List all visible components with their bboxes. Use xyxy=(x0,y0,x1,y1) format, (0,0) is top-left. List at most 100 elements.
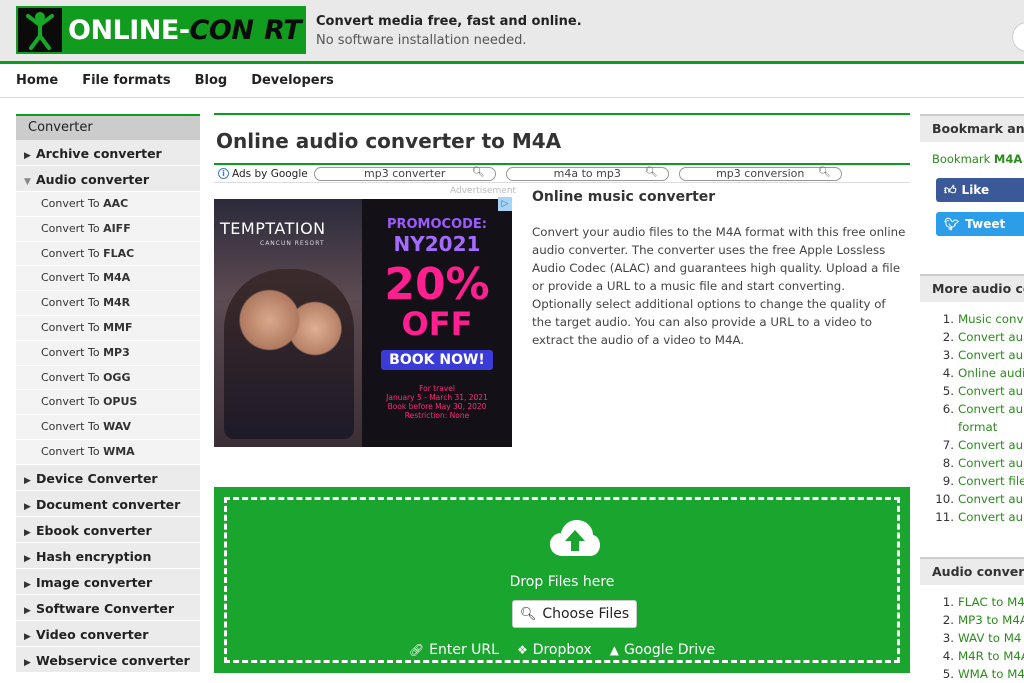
sidebar-subitem-opus[interactable]: Convert To OPUS xyxy=(16,390,200,416)
nav-home[interactable]: Home xyxy=(16,73,58,88)
choose-files-button[interactable]: 🔍︎ Choose Files xyxy=(512,600,637,628)
list-item[interactable]: 11. Convert au xyxy=(920,508,1024,526)
list-item[interactable]: 4. M4R to M4A xyxy=(920,647,1024,665)
sidebar-subitem-ogg[interactable]: Convert To OGG xyxy=(16,365,200,391)
sidebar-item-audio[interactable]: ▼ Audio converter xyxy=(16,166,200,192)
ad-promo-code: NY2021 xyxy=(393,232,481,256)
sub-format: OGG xyxy=(103,370,131,384)
list-item-label: M4R to M4A xyxy=(958,649,1024,663)
ad-brand: TEMPTATION xyxy=(220,219,326,238)
ad-link-mp3-conversion[interactable]: mp3 conversion 🔍︎ xyxy=(678,166,842,181)
tagline-secondary: No software installation needed. xyxy=(316,33,527,48)
list-item[interactable]: 1. Music conv xyxy=(920,310,1024,328)
converter-sidebar: Converter ▶ Archive converter ▼ Audio conv… xyxy=(16,114,200,673)
content-row: Advertisement TEMPTATION CANCUN RESORT P… xyxy=(214,183,910,483)
ad-fine-line: For travel xyxy=(419,384,455,393)
sidebar-item-software[interactable]: ▶ Software Converter xyxy=(16,594,200,621)
facebook-like-button[interactable]: 👍︎ Like xyxy=(936,178,1024,202)
nav-file-formats[interactable]: File formats xyxy=(82,73,170,88)
sidebar-subitem-mp3[interactable]: Convert To MP3 xyxy=(16,340,200,366)
list-item-label: Convert au xyxy=(958,492,1024,506)
list-item[interactable]: 2. Convert au xyxy=(920,328,1024,346)
sidebar-subitem-wma[interactable]: Convert To WMA xyxy=(16,439,200,465)
sidebar-item-label: Hash encryption xyxy=(36,548,152,564)
sidebar-subitem-aiff[interactable]: Convert To AIFF xyxy=(16,216,200,242)
ad-promo-label: PROMOCODE: xyxy=(386,217,488,232)
list-item[interactable]: 10. Convert au xyxy=(920,490,1024,508)
sidebar-item-label: Audio converter xyxy=(36,172,150,187)
ad-pill-label: m4a to mp3 xyxy=(553,167,621,180)
sub-format: AIFF xyxy=(103,221,131,235)
sidebar-subitem-flac[interactable]: Convert To FLAC xyxy=(16,241,200,267)
more-audio-box: More audio co 1. Music conv 2. Convert au … xyxy=(920,274,1024,526)
list-item[interactable]: 3. Convert au xyxy=(920,346,1024,364)
list-item-label: Convert au xyxy=(958,384,1024,398)
ad-link-mp3-converter[interactable]: mp3 converter 🔍︎ xyxy=(313,166,496,181)
audio-converter-box: Audio convert 1. FLAC to M4 2. MP3 to M4A … xyxy=(920,557,1024,683)
nav-blog[interactable]: Blog xyxy=(195,73,228,88)
sub-prefix: Convert To xyxy=(41,444,104,458)
list-item[interactable]: 9. Convert file xyxy=(920,472,1024,490)
sidebar-subitem-m4r[interactable]: Convert To M4R xyxy=(16,291,200,316)
list-item[interactable]: 3. WAV to M4 xyxy=(920,629,1024,647)
list-item[interactable]: 8. Convert au xyxy=(920,454,1024,472)
logo-con: CON xyxy=(189,14,254,46)
sidebar-heading: Converter xyxy=(16,114,200,140)
list-item[interactable]: 2. MP3 to M4A xyxy=(920,611,1024,629)
sub-format: WMA xyxy=(103,444,135,458)
sidebar-item-webservice[interactable]: ▶ Webservice converter xyxy=(16,646,200,673)
list-item[interactable]: 5. Convert au xyxy=(920,382,1024,400)
sidebar-item-label: Ebook converter xyxy=(36,522,152,538)
ad-book-now-button[interactable]: BOOK NOW! xyxy=(381,350,493,370)
site-logo[interactable]: ONLINE-CON-RT xyxy=(16,6,306,54)
sidebar-item-label: Archive converter xyxy=(36,146,162,161)
dropbox-link[interactable]: ❖ Dropbox xyxy=(517,642,592,658)
sidebar-subitem-m4a[interactable]: Convert To M4A xyxy=(16,266,200,292)
intro-title: Online music converter xyxy=(532,189,716,205)
sidebar-item-ebook[interactable]: ▶ Ebook converter xyxy=(16,516,200,543)
sidebar-item-device[interactable]: ▶ Device Converter xyxy=(16,464,200,491)
sub-prefix: Convert To xyxy=(41,296,104,310)
intro-text: Convert your audio files to the M4A form… xyxy=(532,225,906,347)
google-drive-link[interactable]: ▲ Google Drive xyxy=(610,642,715,658)
enter-url-link[interactable]: 🔗︎ Enter URL xyxy=(409,642,499,658)
sidebar-item-document[interactable]: ▶ Document converter xyxy=(16,490,200,517)
ads-label-text: Ads by Google xyxy=(232,167,308,180)
sub-prefix: Convert To xyxy=(41,197,104,210)
sidebar-item-video[interactable]: ▶ Video converter xyxy=(16,620,200,647)
list-item-label: Convert au xyxy=(958,438,1024,452)
adchoices-icon[interactable]: ▷ xyxy=(498,197,512,211)
chevron-right-icon: ▶ xyxy=(24,579,31,590)
sidebar-subitem-wav[interactable]: Convert To WAV xyxy=(16,415,200,440)
sidebar-item-hash[interactable]: ▶ Hash encryption xyxy=(16,542,200,569)
sub-format: WAV xyxy=(103,420,131,434)
sidebar-subitem-mmf[interactable]: Convert To MMF xyxy=(16,315,200,341)
sidebar-item-archive[interactable]: ▶ Archive converter xyxy=(16,140,200,166)
tweet-button[interactable]: 🐦︎ Tweet xyxy=(936,212,1024,236)
search-icon: 🔍︎ xyxy=(472,166,485,178)
ad-banner[interactable]: TEMPTATION CANCUN RESORT PROMOCODE: NY20… xyxy=(214,199,512,447)
ad-pill-label: mp3 converter xyxy=(364,167,446,180)
file-dropzone[interactable]: Drop Files here 🔍︎ Choose Files 🔗︎ Enter U… xyxy=(214,487,910,673)
list-item-label: WAV to M4 xyxy=(958,631,1022,645)
ads-by-google[interactable]: i Ads by Google xyxy=(218,168,308,180)
chevron-right-icon: ▶ xyxy=(24,657,31,668)
audio-converter-heading: Audio convert xyxy=(920,557,1024,585)
list-item[interactable]: 1. FLAC to M4 xyxy=(920,593,1024,611)
list-item[interactable]: 6. Convert au format xyxy=(920,400,1024,436)
upload-sources: 🔗︎ Enter URL ❖ Dropbox ▲ Google Drive xyxy=(227,642,897,658)
ad-link-m4a-to-mp3[interactable]: m4a to mp3 🔍︎ xyxy=(505,166,669,181)
sub-prefix: Convert To xyxy=(41,370,104,384)
list-item[interactable]: 5. WMA to M4 xyxy=(920,665,1024,683)
bookmark-text: Bookmark M4A xyxy=(920,142,1024,166)
list-item[interactable]: 4. Online audi xyxy=(920,364,1024,382)
list-item-label: Convert au xyxy=(958,330,1024,344)
sidebar-subitem-aac[interactable]: Convert To AAC xyxy=(16,192,200,217)
dropbox-icon: ❖ xyxy=(516,643,528,657)
list-item[interactable]: 7. Convert au xyxy=(920,436,1024,454)
nav-developers[interactable]: Developers xyxy=(251,73,334,88)
banner-circle-icon xyxy=(1012,22,1024,52)
list-item-label: Online audi xyxy=(958,366,1024,380)
sidebar-item-image[interactable]: ▶ Image converter xyxy=(16,568,200,595)
link-label: Enter URL xyxy=(429,642,499,658)
